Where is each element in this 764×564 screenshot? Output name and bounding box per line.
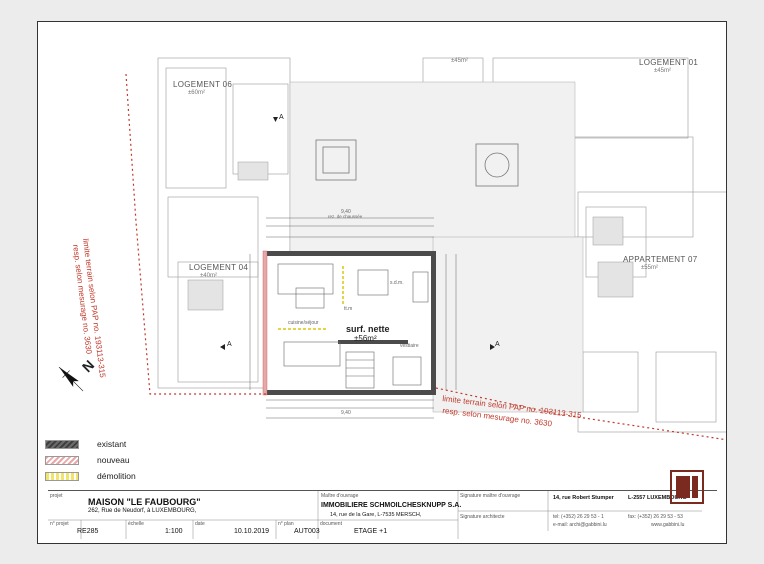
- scale-caption: échelle: [128, 521, 144, 527]
- net-area-value: ±56m²: [354, 334, 377, 343]
- apartment-area: ±55m²: [641, 265, 658, 271]
- owner-name: IMMOBILIERE SCHMOILCHESKNUPP S.A.: [321, 502, 462, 509]
- owner-caption: Maître d'ouvrage: [321, 493, 359, 499]
- office-fax: fax: (+352) 26 29 53 - 53: [628, 514, 683, 520]
- legend-label-demolition: démolition: [97, 471, 136, 481]
- section-marker: A: [279, 114, 284, 121]
- office-street: 14, rue Robert Stumper: [553, 495, 614, 501]
- apartment-label: LOGEMENT 06: [173, 80, 233, 89]
- date-caption: date: [195, 521, 205, 527]
- document-caption: document: [320, 521, 342, 527]
- legend-swatch-new: [45, 456, 79, 465]
- floor-plan-drawing: [58, 57, 726, 441]
- project-number-caption: n° projet: [50, 521, 69, 527]
- document-value: ETAGE +1: [354, 528, 388, 535]
- apartment-label: LOGEMENT 01: [639, 58, 699, 67]
- office-tel: tel: (+352) 26 29 53 - 1: [553, 514, 604, 520]
- legend-swatch-existing: [45, 440, 79, 449]
- apartment-area: ±45m²: [451, 58, 468, 64]
- apartment-area: ±60m²: [188, 90, 205, 96]
- section-marker: A: [227, 341, 232, 348]
- scale-value: 1:100: [165, 528, 183, 535]
- plan-number: AUT003: [294, 528, 320, 535]
- project-number: RE285: [77, 528, 99, 535]
- apartment-area: ±40m²: [200, 273, 217, 279]
- date-value: 10.10.2019: [234, 528, 270, 535]
- office-email: e-mail: archi@gabbini.lu: [553, 522, 607, 528]
- net-area-label: surf. nette: [346, 324, 390, 334]
- plan-number-caption: n° plan: [278, 521, 294, 527]
- room-label: vestiaire: [400, 343, 419, 349]
- logo-mark-icon: [670, 470, 704, 504]
- title-block: projet MAISON "LE FAUBOURG" 262, Rue de …: [48, 490, 717, 539]
- office-web: www.gabbini.lu: [651, 522, 685, 528]
- project-caption: projet: [50, 493, 63, 499]
- project-name: MAISON "LE FAUBOURG": [88, 497, 201, 507]
- architect-signature-caption: Signature architecte: [460, 514, 505, 520]
- dimension-label: 9,40: [341, 410, 351, 416]
- owner-signature-caption: Signature maître d'ouvrage: [460, 493, 521, 499]
- company-logo: [670, 470, 704, 504]
- apartment-label: LOGEMENT 04: [189, 263, 249, 272]
- dimension-label: 9,40: [341, 209, 351, 215]
- room-label: cuisine/séjour: [288, 320, 319, 326]
- owner-address: 14, rue de la Gare, L-7535 MERSCH,: [330, 512, 422, 518]
- room-label: s.d.m.: [390, 280, 404, 286]
- room-label: tt.m: [344, 306, 353, 312]
- project-address: 262, Rue de Neudorf, à LUXEMBOURG,: [88, 508, 197, 514]
- legend-label-existing: existant: [97, 439, 127, 449]
- drawing-sheet: LOGEMENT 06 ±60m² LOGEMENT 04 ±40m² LOGE…: [37, 21, 727, 544]
- apartment-label: APPARTEMENT 07: [623, 255, 698, 264]
- section-marker: A: [495, 341, 500, 348]
- legend-swatch-demolition: [45, 472, 79, 481]
- legend-label-new: nouveau: [97, 455, 130, 465]
- apartment-area: ±45m²: [654, 68, 671, 74]
